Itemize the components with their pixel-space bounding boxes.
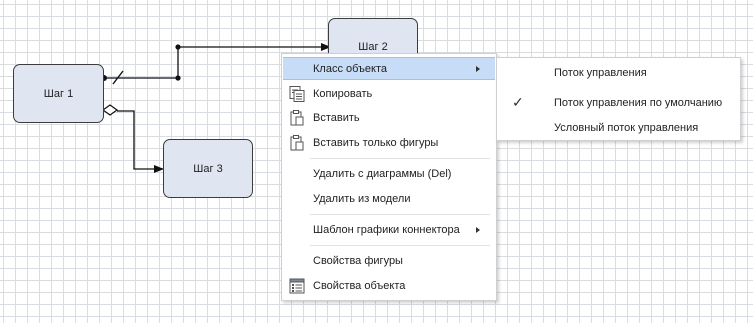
step-3-node[interactable]: Шаг 3 — [163, 139, 253, 198]
menu-item-object-properties[interactable]: Свойства объекта — [283, 275, 495, 298]
copy-icon — [289, 86, 305, 102]
paste-shapes-icon — [290, 135, 304, 151]
paste-icon — [290, 110, 304, 126]
menu-item-paste[interactable]: Вставить — [283, 107, 495, 130]
menu-item-shape-properties[interactable]: Свойства фигуры — [283, 250, 495, 273]
menu-item-label: Удалить с диаграммы (Del) — [313, 168, 452, 180]
submenu-item-label: Поток управления по умолчанию — [554, 97, 723, 109]
connector-step1-step3[interactable] — [101, 104, 164, 173]
menu-item-paste-shapes[interactable]: Вставить только фигуры — [283, 132, 495, 155]
menu-separator — [310, 245, 490, 246]
menu-item-connector-template[interactable]: Шаблон графики коннектора — [283, 219, 495, 242]
submenu-item-label: Поток управления — [554, 67, 647, 79]
step-2-label: Шаг 2 — [358, 41, 388, 53]
menu-item-copy[interactable]: Копировать — [283, 83, 495, 106]
step-1-label: Шаг 1 — [43, 87, 74, 100]
submenu-arrow-icon — [476, 66, 480, 72]
properties-icon — [289, 278, 305, 294]
menu-item-delete-from-diagram[interactable]: Удалить с диаграммы (Del) — [283, 163, 495, 186]
menu-item-label: Шаблон графики коннектора — [313, 224, 460, 236]
menu-item-label: Вставить только фигуры — [313, 137, 439, 149]
submenu-item-control-flow[interactable]: Поток управления — [498, 62, 739, 84]
menu-item-label: Копировать — [313, 88, 373, 100]
menu-separator — [310, 214, 490, 215]
menu-item-delete-from-model[interactable]: Удалить из модели — [283, 188, 495, 211]
menu-item-label: Удалить из модели — [313, 193, 411, 205]
submenu-item-label: Условный поток управления — [554, 122, 699, 134]
menu-item-label: Свойства фигуры — [313, 255, 403, 267]
menu-item-label: Класс объекта — [313, 63, 388, 75]
menu-item-label: Вставить — [313, 112, 360, 124]
step-3-label: Шаг 3 — [193, 162, 223, 175]
menu-separator — [310, 158, 490, 159]
context-menu: Класс объекта Копировать Вставить Встави… — [281, 53, 497, 301]
submenu-arrow-icon — [476, 227, 480, 233]
object-class-submenu: Поток управления ✓ Поток управления по у… — [496, 57, 741, 141]
step-1-node[interactable]: Шаг 1 — [13, 64, 104, 123]
menu-item-label: Свойства объекта — [313, 280, 406, 292]
submenu-item-default-control-flow[interactable]: ✓ Поток управления по умолчанию — [498, 92, 739, 114]
checkmark-icon: ✓ — [512, 94, 524, 110]
menu-item-object-class[interactable]: Класс объекта — [283, 57, 495, 80]
submenu-item-conditional-control-flow[interactable]: Условный поток управления — [498, 117, 739, 139]
